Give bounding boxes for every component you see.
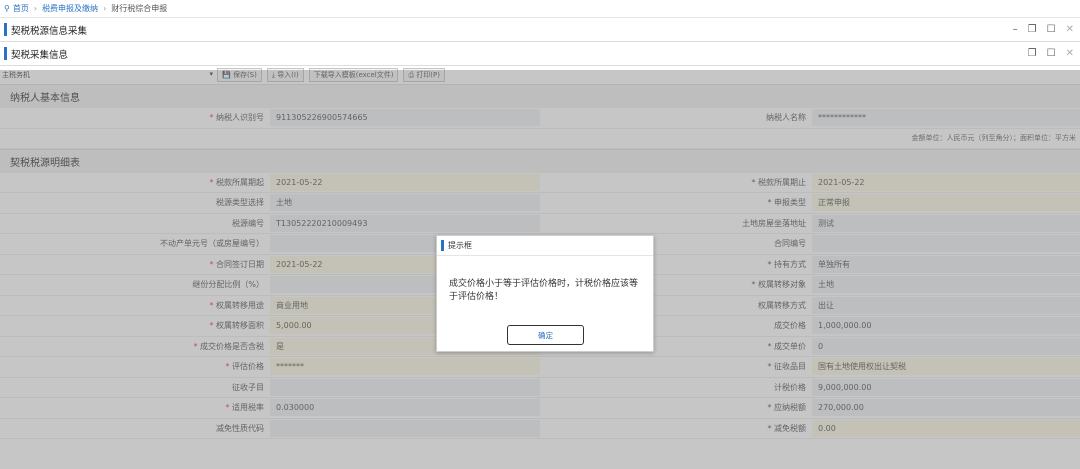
location-pin-icon: ⚲: [4, 4, 10, 13]
breadcrumb-separator-icon: ›: [33, 4, 38, 13]
window-title: 契税税源信息采集: [11, 25, 88, 37]
close-icon[interactable]: ✕: [1066, 24, 1074, 35]
dialog-header: 提示框: [437, 236, 653, 256]
breadcrumb-home[interactable]: 首页: [13, 3, 29, 14]
title-accent-bar: [4, 23, 7, 36]
breadcrumb: ⚲ 首页 › 税费申报及缴纳 › 财行税综合申报: [0, 0, 1080, 18]
breadcrumb-separator-icon: ›: [103, 4, 107, 13]
dialog-message: 成交价格小于等于评估价格时，计税价格应该等于评估价格！: [449, 279, 639, 302]
sub-titlebar: 契税采集信息 ❐ ☐ ✕: [0, 42, 1080, 66]
maximize-icon[interactable]: ☐: [1047, 48, 1056, 59]
title-accent-bar: [441, 240, 444, 251]
restore-icon[interactable]: ❐: [1028, 24, 1037, 35]
dialog-title: 提示框: [448, 241, 472, 250]
breadcrumb-tax-filing[interactable]: 税费申报及缴纳: [42, 3, 98, 14]
alert-dialog: 提示框 成交价格小于等于评估价格时，计税价格应该等于评估价格！ 确定: [436, 235, 654, 352]
restore-icon[interactable]: ❐: [1028, 48, 1037, 59]
minimize-icon[interactable]: –: [1013, 24, 1018, 35]
panel-title: 契税采集信息: [11, 49, 69, 61]
breadcrumb-current: 财行税综合申报: [111, 4, 168, 13]
close-icon[interactable]: ✕: [1066, 48, 1074, 59]
window-titlebar: 契税税源信息采集 – ❐ ☐ ✕: [0, 18, 1080, 42]
maximize-icon[interactable]: ☐: [1047, 24, 1056, 35]
title-accent-bar: [4, 47, 7, 60]
confirm-button[interactable]: 确定: [507, 325, 584, 345]
